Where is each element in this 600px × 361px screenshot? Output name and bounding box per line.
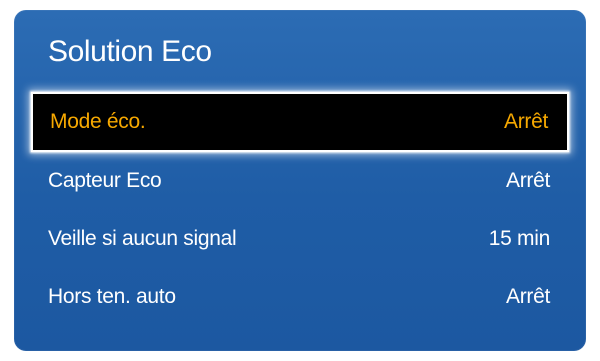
eco-solution-menu-panel: Solution Eco Mode éco. Arrêt Capteur Eco… (14, 10, 586, 351)
menu-item-label: Mode éco. (50, 110, 146, 133)
menu-item-value: 15 min (488, 227, 551, 250)
menu-list: Mode éco. Arrêt Capteur Eco Arrêt Veille… (31, 92, 569, 326)
menu-item-value: Arrêt (505, 285, 550, 308)
menu-item-eco-sensor[interactable]: Capteur Eco Arrêt (32, 152, 568, 210)
menu-item-value: Arrêt (503, 110, 548, 133)
menu-item-label: Veille si aucun signal (48, 227, 237, 250)
menu-item-auto-power-off[interactable]: Hors ten. auto Arrêt (32, 268, 568, 326)
menu-item-label: Capteur Eco (48, 169, 162, 192)
menu-item-eco-mode[interactable]: Mode éco. Arrêt (31, 92, 569, 152)
menu-item-value: Arrêt (505, 169, 550, 192)
menu-item-no-signal-standby[interactable]: Veille si aucun signal 15 min (32, 210, 568, 268)
menu-title: Solution Eco (48, 35, 212, 68)
menu-item-label: Hors ten. auto (48, 285, 176, 308)
